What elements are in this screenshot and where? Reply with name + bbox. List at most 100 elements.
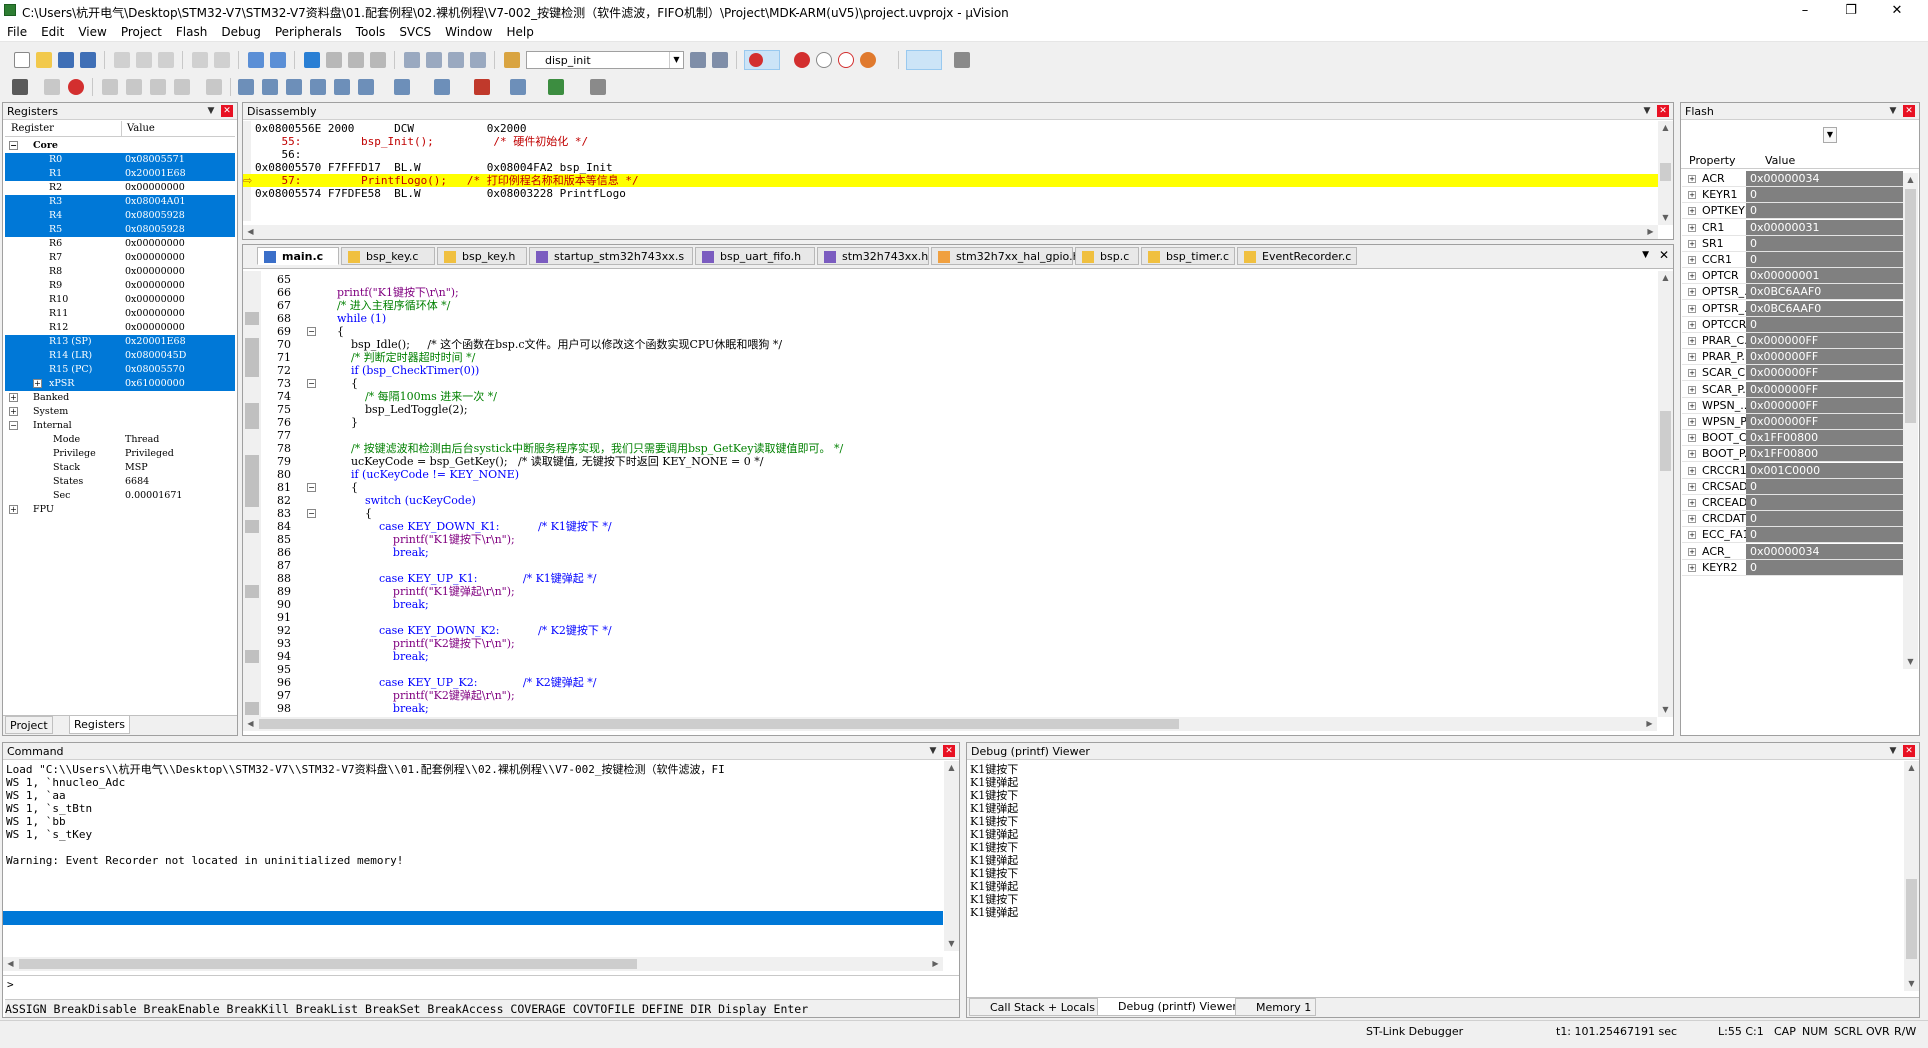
- menu-help[interactable]: Help: [499, 22, 540, 42]
- step-into-icon[interactable]: [102, 79, 118, 95]
- menu-project[interactable]: Project: [114, 22, 169, 42]
- breakpoint-margin[interactable]: [245, 494, 259, 507]
- flash-property-row[interactable]: + WPSN_P...0x000000FF: [1682, 414, 1903, 430]
- flash-property-row[interactable]: + CRCSAD...0: [1682, 478, 1903, 495]
- expand-icon[interactable]: +: [1688, 239, 1696, 248]
- register-row[interactable]: R6 0x00000000: [5, 237, 235, 251]
- menu-view[interactable]: View: [71, 22, 113, 42]
- debug-vscroll[interactable]: ▲ ▼: [1904, 761, 1919, 991]
- register-row[interactable]: R11 0x00000000: [5, 307, 235, 321]
- navigate-forward-icon[interactable]: [270, 52, 286, 68]
- editor-tab[interactable]: EventRecorder.c: [1237, 247, 1357, 265]
- expand-icon[interactable]: +: [1688, 369, 1696, 378]
- editor-tab[interactable]: bsp_timer.c: [1141, 247, 1235, 265]
- paste-icon[interactable]: [158, 52, 174, 68]
- register-row[interactable]: R2 0x00000000: [5, 181, 235, 195]
- expand-icon[interactable]: +: [1688, 272, 1696, 281]
- register-row[interactable]: States 6684: [5, 475, 235, 489]
- unindent-icon[interactable]: [426, 52, 442, 68]
- show-next-statement-icon[interactable]: [206, 79, 222, 95]
- breakpoint-margin[interactable]: [245, 403, 259, 416]
- flash-property-row[interactable]: + OPTSR_...0x0BC6AAF0: [1682, 300, 1903, 317]
- register-row[interactable]: R15 (PC) 0x08005570: [5, 363, 235, 377]
- close-icon[interactable]: ✕: [1657, 105, 1669, 117]
- command-window-icon[interactable]: [238, 79, 254, 95]
- insert-breakpoint-icon[interactable]: [794, 52, 810, 68]
- expand-icon[interactable]: +: [1688, 547, 1696, 556]
- open-folder-icon[interactable]: [36, 52, 52, 68]
- flash-property-row[interactable]: + SR1 0: [1682, 235, 1903, 252]
- run-to-cursor-icon[interactable]: [174, 79, 190, 95]
- save-icon[interactable]: [58, 52, 74, 68]
- close-icon[interactable]: ✕: [1903, 105, 1915, 117]
- trace-window-icon[interactable]: [510, 79, 526, 95]
- register-group[interactable]: + FPU: [5, 503, 235, 517]
- register-row[interactable]: xPSR 0x61000000 +: [5, 377, 235, 391]
- register-row[interactable]: R7 0x00000000: [5, 251, 235, 265]
- expand-icon[interactable]: +: [9, 505, 18, 514]
- command-vscroll[interactable]: ▲ ▼: [944, 761, 959, 951]
- expand-icon[interactable]: +: [1688, 401, 1696, 410]
- close-icon[interactable]: ✕: [221, 105, 233, 117]
- close-window-button[interactable]: ✕: [1874, 0, 1920, 22]
- breakpoint-margin[interactable]: [245, 481, 259, 494]
- register-row[interactable]: R0 0x08005571: [5, 153, 235, 167]
- register-row[interactable]: R3 0x08004A01: [5, 195, 235, 209]
- expand-icon[interactable]: +: [1688, 434, 1696, 443]
- tab-memory-1[interactable]: Memory 1: [1235, 998, 1317, 1016]
- undo-icon[interactable]: [192, 52, 208, 68]
- find-in-files-icon[interactable]: [504, 52, 520, 68]
- breakpoint-margin[interactable]: [245, 520, 259, 533]
- editor-tab[interactable]: startup_stm32h743xx.s: [529, 247, 693, 265]
- flash-property-row[interactable]: + OPTCCR 0: [1682, 316, 1903, 333]
- expand-icon[interactable]: +: [1688, 337, 1696, 345]
- editor-vscroll[interactable]: ▲ ▼: [1658, 271, 1673, 717]
- new-file-icon[interactable]: [14, 52, 30, 68]
- register-row[interactable]: Stack MSP: [5, 461, 235, 475]
- flash-property-row[interactable]: + OPTCR 0x00000001: [1682, 268, 1903, 285]
- breakpoint-margin[interactable]: [245, 338, 259, 351]
- flash-property-row[interactable]: + BOOT_P...0x1FF00800: [1682, 446, 1903, 463]
- register-row[interactable]: Mode Thread: [5, 433, 235, 447]
- flash-property-row[interactable]: + ACR 0x00000034: [1682, 171, 1903, 187]
- column-property[interactable]: Property: [1689, 154, 1736, 167]
- registers-window-icon[interactable]: [310, 79, 326, 95]
- expand-icon[interactable]: +: [1688, 466, 1696, 475]
- menu-flash[interactable]: Flash: [169, 22, 214, 42]
- symbols-window-icon[interactable]: [286, 79, 302, 95]
- expand-icon[interactable]: +: [9, 393, 18, 402]
- target-combo[interactable]: disp_init ▼: [526, 51, 684, 69]
- debug-session-button[interactable]: [744, 50, 780, 70]
- flash-property-row[interactable]: + SCAR_C...0x000000FF: [1682, 365, 1903, 382]
- fold-icon[interactable]: −: [307, 379, 316, 388]
- editor-tab[interactable]: bsp.c: [1075, 247, 1139, 265]
- indent-icon[interactable]: [404, 52, 420, 68]
- tab-project[interactable]: Project: [5, 716, 53, 734]
- register-group[interactable]: + System: [5, 405, 235, 419]
- menu-debug[interactable]: Debug: [214, 22, 267, 42]
- expand-icon[interactable]: +: [1688, 515, 1696, 524]
- expand-icon[interactable]: +: [1688, 191, 1696, 200]
- kill-breakpoints-icon[interactable]: [860, 52, 876, 68]
- window-layout-button[interactable]: [906, 50, 942, 70]
- minimize-button[interactable]: –: [1782, 0, 1828, 22]
- menu-peripherals[interactable]: Peripherals: [268, 22, 349, 42]
- expand-icon[interactable]: +: [33, 379, 42, 388]
- cut-icon[interactable]: [114, 52, 130, 68]
- column-value[interactable]: Value: [1765, 154, 1795, 167]
- flash-vscroll[interactable]: ▲ ▼: [1903, 173, 1918, 669]
- navigate-back-icon[interactable]: [248, 52, 264, 68]
- expand-icon[interactable]: +: [1688, 256, 1696, 264]
- editor-tab[interactable]: main.c: [257, 247, 339, 265]
- expand-icon[interactable]: +: [1688, 304, 1696, 313]
- memory-window-icon[interactable]: [394, 79, 410, 95]
- bookmark-icon[interactable]: [304, 52, 320, 68]
- expand-icon[interactable]: +: [1688, 223, 1696, 232]
- register-group[interactable]: + Banked: [5, 391, 235, 405]
- disassembly-vscroll[interactable]: ▲ ▼: [1658, 121, 1673, 225]
- tab-list-chevron-icon[interactable]: ▼: [1642, 250, 1649, 260]
- expand-icon[interactable]: +: [1688, 563, 1696, 572]
- incremental-find-icon[interactable]: [712, 52, 728, 68]
- register-row[interactable]: R1 0x20001E68: [5, 167, 235, 181]
- register-row[interactable]: R10 0x00000000: [5, 293, 235, 307]
